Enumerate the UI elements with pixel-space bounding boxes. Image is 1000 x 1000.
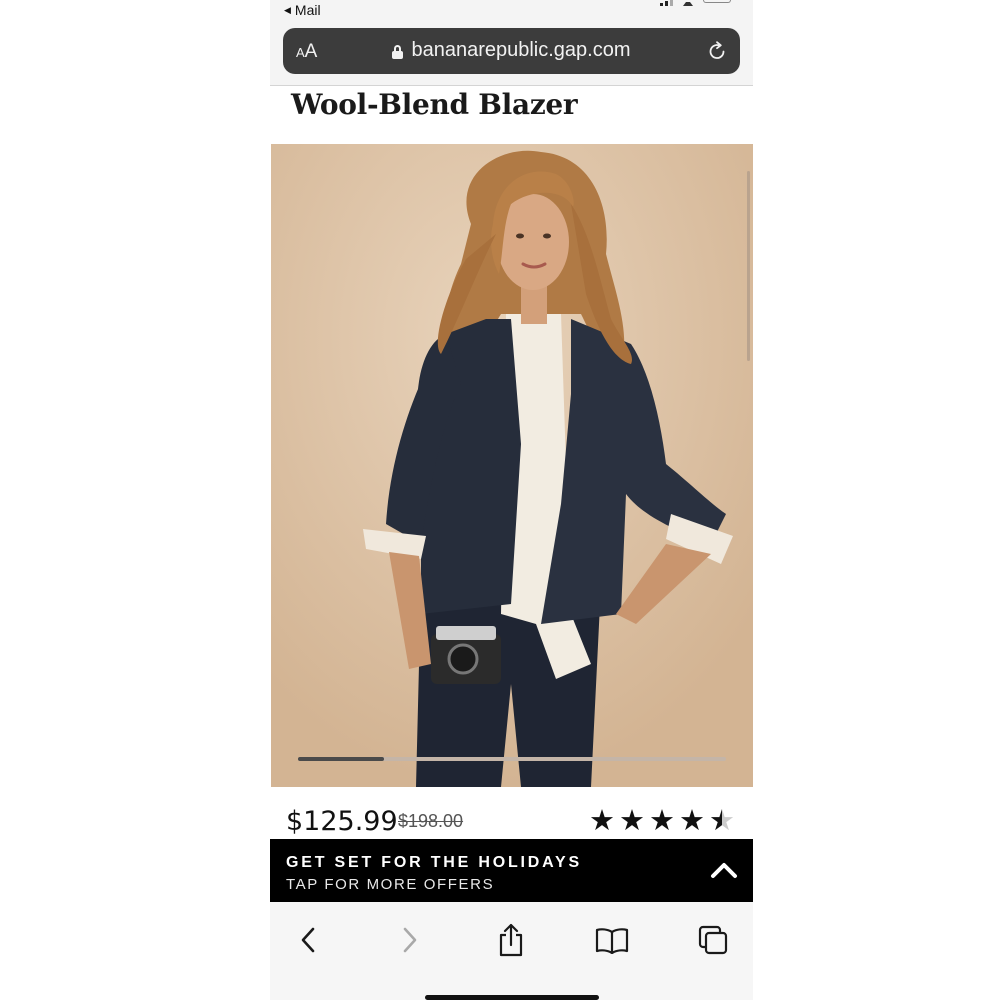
tabs-button[interactable] bbox=[695, 922, 731, 958]
share-icon bbox=[499, 923, 523, 957]
forward-icon bbox=[403, 927, 417, 953]
star-full-icon: ★ bbox=[649, 805, 675, 837]
holiday-promo-banner[interactable]: GET SET FOR THE HOLIDAYS TAP FOR MORE OF… bbox=[270, 839, 753, 902]
product-photo-carousel[interactable] bbox=[271, 144, 753, 787]
sale-price: $125.99 bbox=[286, 806, 398, 837]
home-indicator[interactable] bbox=[425, 995, 599, 1000]
back-to-mail-button[interactable]: ◀ Mail bbox=[284, 2, 321, 18]
wifi-icon bbox=[683, 0, 693, 6]
carousel-progress-fill bbox=[298, 757, 384, 761]
url-display[interactable]: bananarepublic.gap.com bbox=[283, 39, 740, 62]
signal-icon bbox=[660, 0, 673, 6]
bookmarks-icon bbox=[595, 928, 629, 954]
forward-button[interactable] bbox=[392, 922, 428, 958]
back-arrow-icon: ◀ bbox=[284, 4, 291, 15]
status-icons bbox=[660, 0, 731, 6]
back-app-label: Mail bbox=[294, 2, 321, 18]
status-bar: ◀ Mail bbox=[270, 0, 753, 22]
original-price: $198.00 bbox=[398, 811, 464, 831]
price-row: $125.99 $198.00 ★★★★★★ bbox=[270, 804, 753, 840]
carousel-progress[interactable] bbox=[298, 757, 726, 761]
image-scrollbar[interactable] bbox=[747, 171, 750, 361]
back-button[interactable] bbox=[290, 922, 326, 958]
star-half-icon: ★★ bbox=[709, 805, 735, 837]
model-photo bbox=[271, 144, 753, 787]
safari-address-area: AA bananarepublic.gap.com bbox=[270, 22, 753, 86]
star-full-icon: ★ bbox=[589, 805, 615, 837]
address-bar[interactable]: AA bananarepublic.gap.com bbox=[283, 28, 740, 74]
share-button[interactable] bbox=[493, 922, 529, 958]
safari-toolbar bbox=[270, 902, 753, 1000]
url-text: bananarepublic.gap.com bbox=[411, 39, 631, 61]
rating-stars[interactable]: ★★★★★★ bbox=[589, 804, 735, 838]
bookmarks-button[interactable] bbox=[594, 922, 630, 958]
promo-headline: GET SET FOR THE HOLIDAYS bbox=[286, 854, 582, 871]
chevron-up-icon[interactable] bbox=[709, 859, 739, 881]
lock-icon bbox=[392, 44, 404, 59]
product-title: Wool-Blend Blazer bbox=[291, 88, 578, 121]
promo-subline: TAP FOR MORE OFFERS bbox=[286, 876, 495, 893]
star-full-icon: ★ bbox=[619, 805, 645, 837]
battery-icon bbox=[703, 0, 731, 3]
reload-icon[interactable] bbox=[706, 40, 728, 62]
tabs-icon bbox=[698, 925, 728, 955]
safari-browser: ◀ Mail AA bananarepublic.gap.com Wool-Bl… bbox=[270, 0, 753, 1000]
star-full-icon: ★ bbox=[679, 805, 705, 837]
back-icon bbox=[301, 927, 315, 953]
